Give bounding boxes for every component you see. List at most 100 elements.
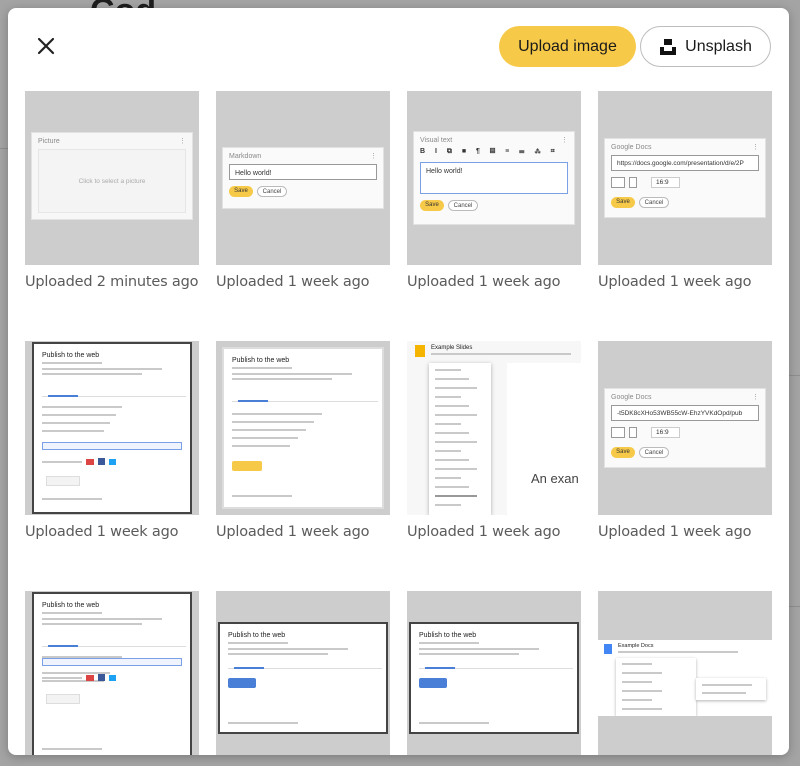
- image-thumbnail: Google Docs ⋮ -t5DK8cXHo53WB55cW-EhzYVKdOp…: [598, 341, 772, 515]
- image-tile[interactable]: Publish to the webUploaded 1 week ago: [216, 341, 390, 540]
- file-menu: [616, 658, 696, 716]
- text-line: [232, 429, 306, 431]
- close-button[interactable]: [34, 34, 58, 58]
- link-field: [42, 658, 182, 666]
- mobile-icon: [629, 427, 637, 438]
- text-line: [232, 495, 292, 497]
- publish-button: [46, 476, 80, 486]
- ratio-select: 16:9: [651, 427, 680, 438]
- text-line: [232, 421, 314, 423]
- publish-dialog-preview: Publish to the web: [32, 342, 192, 514]
- text-line: [228, 722, 298, 724]
- text-line: [42, 623, 142, 625]
- input-text: Hello world!: [426, 168, 463, 175]
- slides-logo-icon: [415, 345, 425, 357]
- more-icon: ⋮: [752, 394, 759, 401]
- upload-time-caption: Uploaded 1 week ago: [216, 274, 370, 290]
- publish-button: [419, 678, 447, 688]
- publish-button: [232, 461, 262, 471]
- menu-item: [702, 692, 746, 694]
- save-button: Save: [229, 186, 253, 197]
- url-input: https://docs.google.com/presentation/d/e…: [611, 155, 759, 171]
- save-button: Save: [611, 197, 635, 208]
- text-line: [42, 460, 82, 463]
- publish-button: [228, 678, 256, 688]
- google-docs-card-preview: Google Docs ⋮ https://docs.google.com/pres…: [604, 138, 766, 218]
- active-tab-indicator: [48, 645, 78, 647]
- image-tile[interactable]: Publish to the webUploaded 1 week ago: [25, 591, 199, 755]
- text-line: [232, 437, 298, 439]
- cancel-button: Cancel: [257, 186, 287, 197]
- menu-item: [435, 432, 469, 434]
- link-field: [42, 442, 182, 450]
- doc-title: Example Docs: [618, 643, 654, 649]
- image-thumbnail: Visual text ⋮ B I ⧉ ■ ¶ ▤ ≡ ☰ ⁂ ⌗ Hello wor…: [407, 91, 581, 265]
- text-line: [232, 367, 292, 369]
- menu-bar: [618, 651, 738, 653]
- text-line: [232, 413, 322, 415]
- unsplash-label: Unsplash: [685, 37, 752, 55]
- text-line: [42, 373, 142, 375]
- twitter-icon: [109, 674, 116, 681]
- menu-item: [435, 486, 469, 488]
- desktop-icon: [611, 177, 625, 188]
- image-tile[interactable]: Picture ⋮ Click to select a picture Uploade…: [25, 91, 199, 290]
- more-icon: ⋮: [370, 153, 377, 160]
- text-line: [42, 498, 102, 500]
- unsplash-logo-icon: [660, 38, 677, 55]
- share-submenu: [696, 678, 766, 700]
- image-tile[interactable]: Markdown ⋮ Hello world! Save Cancel Uploaded …: [216, 91, 390, 290]
- gmail-icon: [86, 458, 94, 465]
- editor-card-preview: Markdown ⋮ Hello world! Save Cancel: [222, 147, 384, 209]
- image-thumbnail: Example Docs: [598, 591, 772, 755]
- menu-bar: [431, 353, 571, 355]
- more-icon: ⋮: [752, 144, 759, 151]
- image-thumbnail: Markdown ⋮ Hello world! Save Cancel: [216, 91, 390, 265]
- image-tile[interactable]: Example Slides An exan Uploaded 1 week ago: [407, 341, 581, 540]
- url-text: -t5DK8cXHo53WB55cW-EhzYVKdOpd/pub: [617, 410, 743, 417]
- menu-item: [622, 690, 662, 692]
- close-icon: [37, 37, 55, 55]
- image-tile[interactable]: Example DocsUploaded 1 week ago: [598, 591, 772, 755]
- active-tab-indicator: [234, 667, 264, 669]
- menu-item: [435, 405, 469, 407]
- ratio-select: 16:9: [651, 177, 680, 188]
- docs-logo-icon: [604, 644, 612, 654]
- dialog-title: Publish to the web: [419, 632, 477, 639]
- menu-item: [435, 459, 469, 461]
- text-line: [42, 612, 102, 614]
- text-input: Hello world!: [420, 162, 568, 194]
- menu-item: [622, 699, 652, 701]
- file-menu: [429, 363, 491, 515]
- card-label: Google Docs: [611, 144, 652, 151]
- dialog-title: Publish to the web: [228, 632, 286, 639]
- image-tile[interactable]: Publish to the webUploaded 1 week ago: [407, 591, 581, 755]
- url-text: https://docs.google.com/presentation/d/e…: [617, 160, 744, 167]
- image-grid: Picture ⋮ Click to select a picture Uploade…: [25, 91, 773, 755]
- dropzone-text: Click to select a picture: [78, 177, 146, 185]
- image-tile[interactable]: Visual text ⋮ B I ⧉ ■ ¶ ▤ ≡ ☰ ⁂ ⌗ Hello wor…: [407, 91, 581, 290]
- image-thumbnail: Google Docs ⋮ https://docs.google.com/pres…: [598, 91, 772, 265]
- image-tile[interactable]: Publish to the webUploaded 1 week ago: [216, 591, 390, 755]
- menu-item: [435, 396, 461, 398]
- unsplash-button[interactable]: Unsplash: [640, 26, 771, 67]
- menu-item: [702, 684, 752, 686]
- facebook-icon: [98, 674, 105, 681]
- doc-title: Example Slides: [431, 345, 473, 351]
- menu-item: [435, 423, 461, 425]
- menu-item: [622, 708, 662, 710]
- image-tile[interactable]: Publish to the webUploaded 1 week ago: [25, 341, 199, 540]
- editor-card-preview: Visual text ⋮ B I ⧉ ■ ¶ ▤ ≡ ☰ ⁂ ⌗ Hello wor…: [413, 131, 575, 225]
- image-thumbnail: Publish to the web: [407, 591, 581, 755]
- text-line: [232, 378, 332, 380]
- image-thumbnail: Publish to the web: [25, 341, 199, 515]
- menu-item: [435, 504, 461, 506]
- slide-text: An exan: [531, 471, 579, 486]
- upload-image-button[interactable]: Upload image: [499, 26, 636, 67]
- image-tile[interactable]: Google Docs ⋮ -t5DK8cXHo53WB55cW-EhzYVKdOp…: [598, 341, 772, 540]
- slide-canvas: [507, 363, 581, 515]
- active-tab-indicator: [238, 400, 268, 402]
- gmail-icon: [86, 674, 94, 681]
- publish-dialog-preview: Publish to the web: [409, 622, 579, 734]
- image-tile[interactable]: Google Docs ⋮ https://docs.google.com/pres…: [598, 91, 772, 290]
